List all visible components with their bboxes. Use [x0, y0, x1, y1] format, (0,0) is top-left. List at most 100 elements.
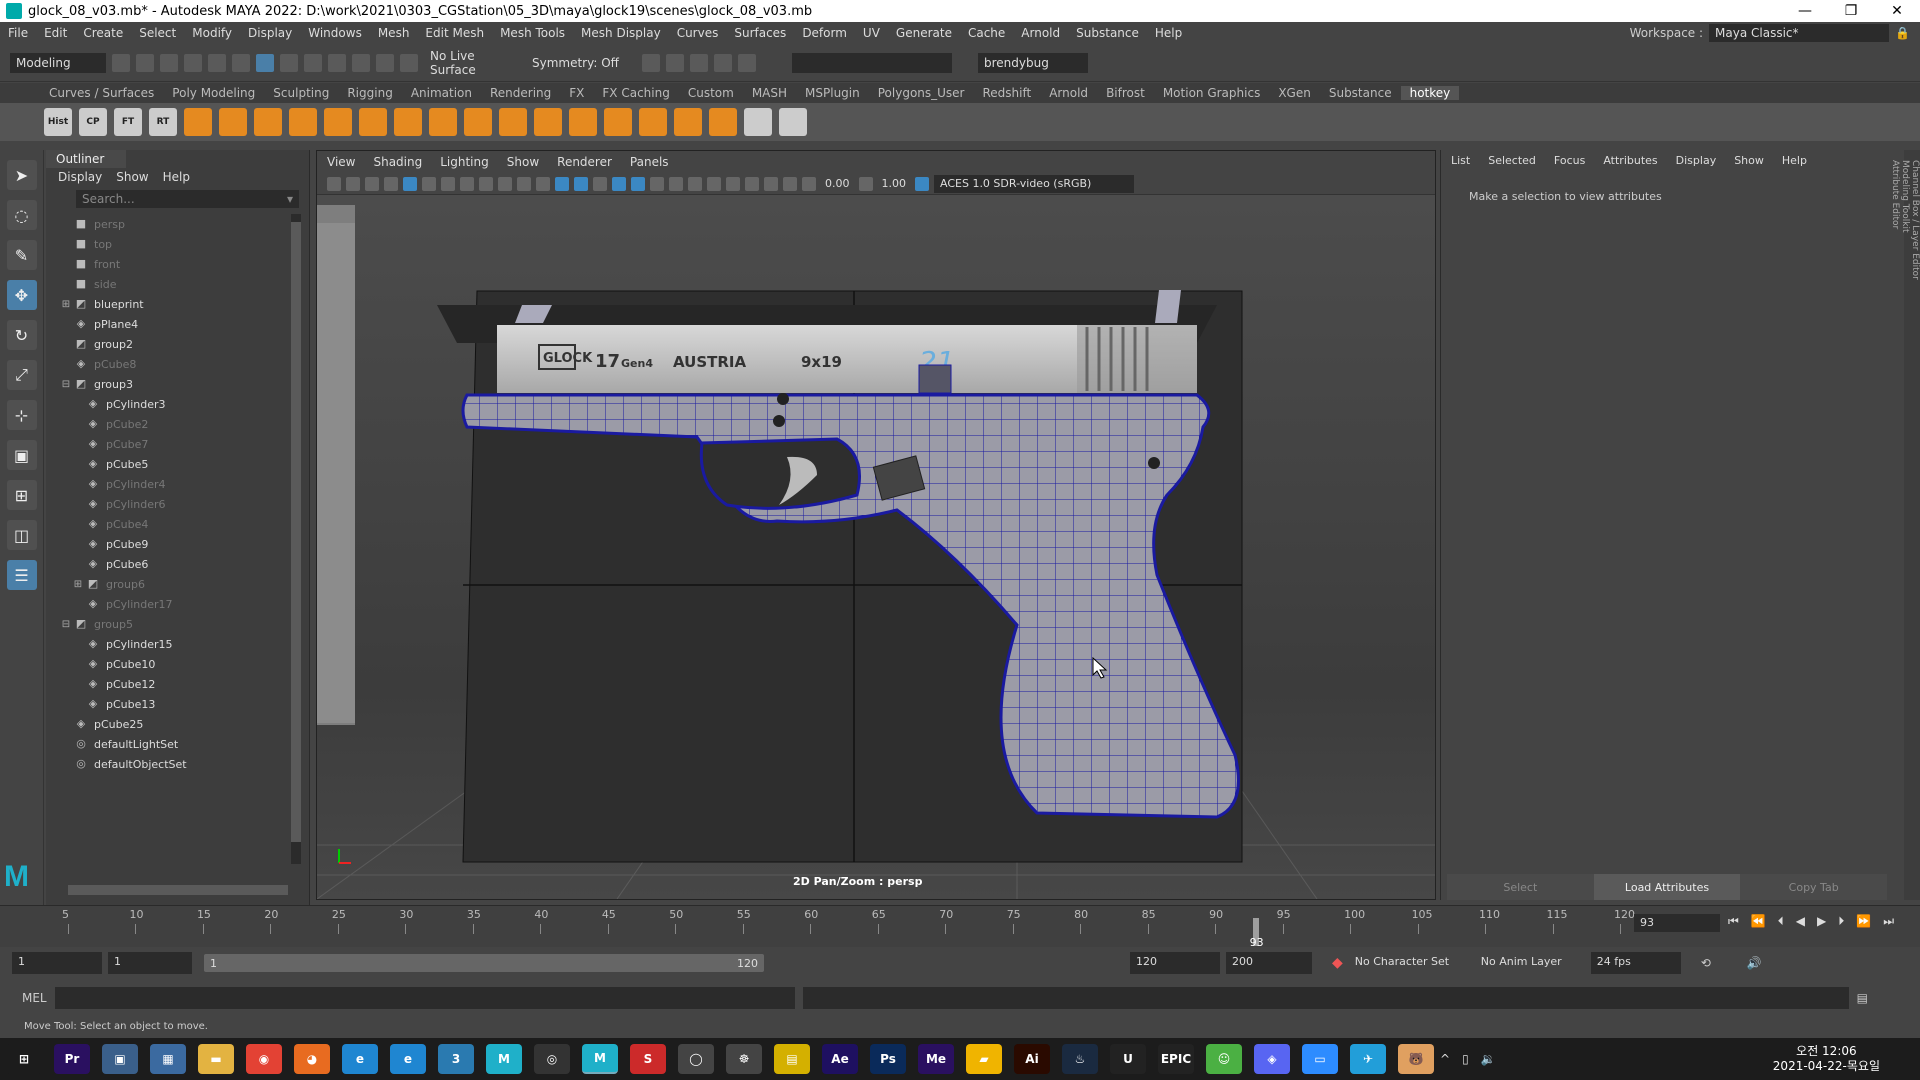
script-editor-icon[interactable]: ▤: [1857, 991, 1868, 1005]
side-tab-modeling-toolkit[interactable]: Modeling Toolkit: [1900, 160, 1910, 890]
time-slider-track[interactable]: 5 10 15 20 25 30 35 40 45 50 55 60 65 70 75 80 85 90 95 100…: [14, 908, 1635, 949]
outliner-item[interactable]: ◈ pCylinder4: [46, 474, 296, 494]
step-forward-frame-icon[interactable]: ⏵: [1838, 914, 1844, 929]
menu-substance[interactable]: Substance: [1068, 26, 1147, 40]
outliner-item[interactable]: ◈ pCube25: [46, 714, 296, 734]
symmetry-dropdown[interactable]: Symmetry: Off: [526, 53, 636, 73]
outliner-item[interactable]: ◈ pCube5: [46, 454, 296, 474]
smooth-icon[interactable]: [639, 108, 667, 136]
menu-set-dropdown[interactable]: Modeling: [10, 52, 106, 73]
minimize-button[interactable]: —: [1782, 3, 1828, 19]
auto-key-icon[interactable]: ◆: [1332, 955, 1343, 971]
outliner-item[interactable]: ◩ group2: [46, 334, 296, 354]
snap-point-icon[interactable]: [352, 53, 370, 72]
menu-mesh[interactable]: Mesh: [370, 26, 418, 40]
combine-icon[interactable]: [394, 108, 422, 136]
xray-icon[interactable]: [764, 176, 778, 191]
taskbar-app-icon[interactable]: Ae: [822, 1044, 858, 1074]
extrude-icon[interactable]: [289, 108, 317, 136]
shelf-tab[interactable]: Arnold: [1040, 86, 1097, 100]
expand-toggle-icon[interactable]: ⊟: [60, 619, 72, 630]
menu-windows[interactable]: Windows: [300, 26, 370, 40]
outliner-item[interactable]: ◈ pCube7: [46, 434, 296, 454]
cb-menu-help[interactable]: Help: [1782, 154, 1807, 168]
load-attributes-button[interactable]: Load Attributes: [1593, 874, 1741, 900]
two-view-icon[interactable]: ◫: [6, 520, 37, 550]
shelf-tab[interactable]: Poly Modeling: [163, 86, 264, 100]
shelf-tab[interactable]: MASH: [743, 86, 796, 100]
outliner-item[interactable]: ◈ pCube8: [46, 354, 296, 374]
fps-dropdown[interactable]: 24 fps: [1590, 952, 1681, 974]
anim-layer-dropdown[interactable]: No Anim Layer: [1475, 952, 1585, 974]
poly-sphere-icon[interactable]: [184, 108, 212, 136]
four-view-icon[interactable]: ⊞: [6, 480, 37, 510]
color-management-icon[interactable]: [915, 176, 929, 191]
menu-edit-mesh[interactable]: Edit Mesh: [417, 26, 492, 40]
restore-button[interactable]: ❐: [1828, 3, 1874, 19]
shelf-tab[interactable]: Rendering: [481, 86, 560, 100]
insert-edge-loop-icon[interactable]: [499, 108, 527, 136]
taskbar-app-icon[interactable]: ◈: [1254, 1044, 1290, 1074]
outliner-layout-icon[interactable]: ☰: [6, 560, 37, 590]
isolate-select-icon[interactable]: [745, 176, 759, 191]
separate-icon[interactable]: [429, 108, 457, 136]
menu-uv[interactable]: UV: [855, 26, 888, 40]
shelf-tab[interactable]: FX Caching: [593, 86, 678, 100]
render-current-icon[interactable]: [642, 53, 660, 72]
taskbar-app-icon[interactable]: 3: [438, 1044, 474, 1074]
taskbar-app-icon[interactable]: ◎: [534, 1044, 570, 1074]
textured-icon[interactable]: [631, 176, 645, 191]
command-search-field[interactable]: [792, 52, 952, 73]
chevron-down-icon[interactable]: ▾: [287, 192, 293, 206]
sound-icon[interactable]: 🔊: [1747, 956, 1762, 970]
taskbar-app-icon[interactable]: M: [582, 1044, 618, 1074]
shelf-tab[interactable]: Rigging: [338, 86, 401, 100]
taskbar-app-icon[interactable]: ▬: [198, 1044, 234, 1074]
quad-draw-icon[interactable]: [569, 108, 597, 136]
menu-edit[interactable]: Edit: [36, 26, 75, 40]
default-material-icon[interactable]: [593, 176, 607, 191]
outliner-item[interactable]: ◈ pCube13: [46, 694, 296, 714]
playback-start-field[interactable]: 1: [108, 952, 192, 974]
scroll-thumb[interactable]: [291, 222, 301, 842]
taskbar-app-icon[interactable]: ▰: [966, 1044, 1002, 1074]
grid-toggle-icon[interactable]: [441, 176, 455, 191]
outliner-item[interactable]: ◈ pCylinder3: [46, 394, 296, 414]
motion-blur-icon[interactable]: [707, 176, 721, 191]
go-to-end-icon[interactable]: ⏭: [1883, 914, 1894, 929]
rotate-tool-icon[interactable]: ↻: [6, 320, 37, 350]
menu-mesh-display[interactable]: Mesh Display: [573, 26, 669, 40]
multi-cut-icon[interactable]: [464, 108, 492, 136]
tray-chevron-icon[interactable]: ^: [1440, 1052, 1450, 1066]
menu-modify[interactable]: Modify: [184, 26, 240, 40]
taskbar-app-icon[interactable]: ◉: [246, 1044, 282, 1074]
outliner-item[interactable]: ■ persp: [46, 214, 296, 234]
shelf-tab[interactable]: Bifrost: [1097, 86, 1154, 100]
playback-end-field[interactable]: 120: [1130, 952, 1220, 974]
grid-icon[interactable]: [744, 108, 772, 136]
taskbar-app-icon[interactable]: ☸: [726, 1044, 762, 1074]
network-icon[interactable]: ▯: [1462, 1052, 1469, 1066]
outliner-horizontal-scrollbar[interactable]: [68, 885, 288, 895]
viewport-scene[interactable]: GLOCK 17 Gen4 AUSTRIA 9x19 21 2D Pan/Zoo…: [317, 195, 1435, 899]
shelf-tab[interactable]: Sculpting: [264, 86, 338, 100]
outliner-item[interactable]: ⊟ ◩ group5: [46, 614, 296, 634]
bevel-icon[interactable]: [324, 108, 352, 136]
arnold-render-icon[interactable]: [738, 53, 756, 72]
shelf-tab[interactable]: Custom: [679, 86, 743, 100]
step-forward-key-icon[interactable]: ⏩: [1856, 914, 1871, 929]
field-chart-icon[interactable]: [517, 176, 531, 191]
snap-surface-icon[interactable]: [400, 53, 418, 72]
grease-pencil-icon[interactable]: [422, 176, 436, 191]
shelf-tab[interactable]: MSPlugin: [796, 86, 869, 100]
menu-surfaces[interactable]: Surfaces: [726, 26, 794, 40]
outliner-tab[interactable]: Outliner: [46, 150, 126, 168]
taskbar-clock[interactable]: 오전 12:06 2021-04-22-목요일: [1773, 1044, 1920, 1074]
taskbar-app-icon[interactable]: e: [342, 1044, 378, 1074]
ipr-render-icon[interactable]: [666, 53, 684, 72]
poly-cube-icon[interactable]: [219, 108, 247, 136]
lights-icon[interactable]: [650, 176, 664, 191]
start-button[interactable]: ⊞: [6, 1044, 42, 1074]
cb-menu-attributes[interactable]: Attributes: [1603, 154, 1657, 168]
cb-menu-selected[interactable]: Selected: [1488, 154, 1536, 168]
